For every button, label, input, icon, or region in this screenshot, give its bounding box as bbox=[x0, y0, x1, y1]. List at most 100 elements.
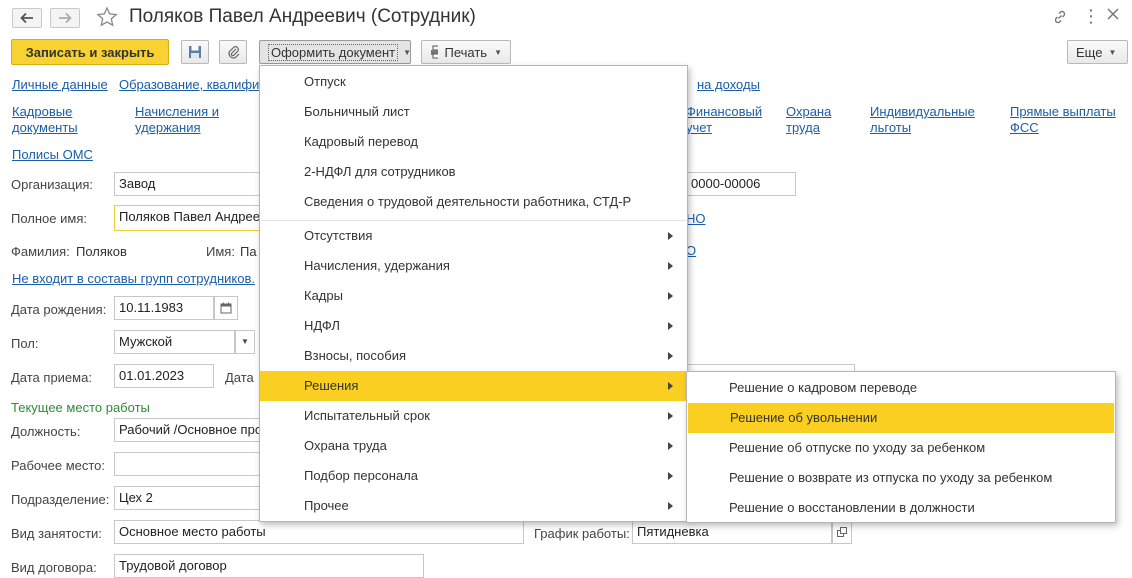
menu-item-2ndfl[interactable]: 2-НДФЛ для сотрудников bbox=[260, 157, 687, 187]
link-hr-documents[interactable]: Кадровые документы bbox=[12, 104, 78, 136]
link-income-tax[interactable]: на доходы bbox=[697, 77, 760, 93]
submenu-item-parental-leave-decision[interactable]: Решение об отпуске по уходу за ребенком bbox=[687, 433, 1115, 463]
print-button[interactable]: Печать ▼ bbox=[421, 40, 511, 64]
open-window-icon bbox=[837, 527, 847, 537]
org-field[interactable]: Завод bbox=[114, 172, 264, 196]
link-personal-data[interactable]: Личные данные bbox=[12, 77, 108, 93]
submenu-arrow-icon bbox=[668, 322, 673, 330]
department-field[interactable]: Цех 2 bbox=[114, 486, 264, 510]
menu-item-label: Отсутствия bbox=[304, 228, 373, 243]
print-label: Печать bbox=[444, 44, 488, 60]
more-label: Еще bbox=[1076, 44, 1103, 60]
link-fss-line1: Прямые выплаты bbox=[1010, 104, 1116, 119]
link-labor-safety[interactable]: Охрана труда bbox=[786, 104, 831, 136]
menu-item-other[interactable]: Прочее bbox=[260, 491, 687, 521]
menu-item-label: Кадровый перевод bbox=[304, 134, 418, 149]
menu-item-label: Отпуск bbox=[304, 74, 346, 89]
create-document-label: Оформить документ bbox=[268, 43, 399, 61]
submenu-item-dismissal-decision[interactable]: Решение об увольнении bbox=[688, 403, 1114, 433]
dropdown-arrow-icon: ▼ bbox=[494, 47, 502, 57]
submenu-arrow-icon bbox=[668, 472, 673, 480]
attach-button[interactable] bbox=[219, 40, 247, 64]
surname-label: Фамилия: bbox=[11, 244, 70, 259]
code-field[interactable]: 0000-00006 bbox=[686, 172, 796, 196]
calendar-icon bbox=[220, 302, 232, 314]
link-labor-safety-line2: труда bbox=[786, 120, 820, 135]
submenu-arrow-icon bbox=[668, 382, 673, 390]
fullname-field[interactable]: Поляков Павел Андрее bbox=[114, 205, 264, 231]
org-label: Организация: bbox=[11, 177, 94, 192]
contract-type-field[interactable]: Трудовой договор bbox=[114, 554, 424, 578]
link-fss-payments[interactable]: Прямые выплаты ФСС bbox=[1010, 104, 1116, 136]
link-employee-groups[interactable]: Не входит в составы групп сотрудников. bbox=[12, 271, 255, 287]
link-oms-policies[interactable]: Полисы ОМС bbox=[12, 147, 93, 163]
save-button[interactable] bbox=[181, 40, 209, 64]
link-financial[interactable]: Финансовый учет bbox=[686, 104, 762, 136]
back-button[interactable] bbox=[12, 8, 42, 28]
link-fss-line2: ФСС bbox=[1010, 120, 1039, 135]
submenu-item-label: Решение о возврате из отпуска по уходу з… bbox=[729, 470, 1053, 485]
submenu-item-reinstatement-decision[interactable]: Решение о восстановлении в должности bbox=[687, 493, 1115, 523]
gender-select[interactable]: Мужской bbox=[114, 330, 235, 354]
save-close-button[interactable]: Записать и закрыть bbox=[11, 39, 169, 65]
position-field[interactable]: Рабочий /Основное про bbox=[114, 418, 264, 442]
save-close-label: Записать и закрыть bbox=[25, 44, 155, 60]
menu-item-absences[interactable]: Отсутствия bbox=[260, 221, 687, 251]
submenu-item-label: Решение о кадровом переводе bbox=[729, 380, 918, 395]
page-title: Поляков Павел Андреевич (Сотрудник) bbox=[129, 6, 476, 27]
workspot-field[interactable] bbox=[114, 452, 264, 476]
employment-type-field[interactable]: Основное место работы bbox=[114, 520, 524, 544]
birthdate-field[interactable]: 10.11.1983 bbox=[114, 296, 214, 320]
link-benefits[interactable]: Индивидуальные льготы bbox=[870, 104, 975, 136]
link-financial-line1: Финансовый bbox=[686, 104, 763, 119]
submenu-item-transfer-decision[interactable]: Решение о кадровом переводе bbox=[687, 373, 1115, 403]
menu-item-probation[interactable]: Испытательный срок bbox=[260, 401, 687, 431]
favorite-star-icon[interactable] bbox=[96, 6, 118, 31]
menu-item-recruitment[interactable]: Подбор персонала bbox=[260, 461, 687, 491]
link-hr-documents-line1: Кадровые bbox=[12, 104, 73, 119]
menu-item-label: Решения bbox=[304, 378, 359, 393]
link-accruals[interactable]: Начисления и удержания bbox=[135, 104, 219, 136]
menu-item-label: Взносы, пособия bbox=[304, 348, 407, 363]
submenu-arrow-icon bbox=[668, 442, 673, 450]
schedule-open-button[interactable] bbox=[832, 520, 852, 544]
menu-item-labor-safety[interactable]: Охрана труда bbox=[260, 431, 687, 461]
menu-item-vacation[interactable]: Отпуск bbox=[260, 67, 687, 97]
submenu-item-label: Решение об увольнении bbox=[730, 410, 878, 425]
menu-item-std-r[interactable]: Сведения о трудовой деятельности работни… bbox=[260, 187, 687, 217]
submenu-arrow-icon bbox=[668, 292, 673, 300]
link-accruals-line2: удержания bbox=[135, 120, 201, 135]
create-document-menu: Отпуск Больничный лист Кадровый перевод … bbox=[259, 65, 688, 522]
menu-item-decisions[interactable]: Решения bbox=[260, 371, 687, 401]
submenu-item-label: Решение о восстановлении в должности bbox=[729, 500, 975, 515]
menu-item-label: Кадры bbox=[304, 288, 343, 303]
menu-item-label: Испытательный срок bbox=[304, 408, 430, 423]
menu-item-transfer[interactable]: Кадровый перевод bbox=[260, 127, 687, 157]
submenu-arrow-icon bbox=[668, 262, 673, 270]
menu-item-personnel[interactable]: Кадры bbox=[260, 281, 687, 311]
workspot-label: Рабочее место: bbox=[11, 458, 106, 473]
birthdate-calendar-button[interactable] bbox=[214, 296, 238, 320]
floppy-disk-icon bbox=[189, 46, 201, 58]
link-partial-1[interactable]: НО bbox=[686, 211, 706, 227]
gender-dropdown-icon[interactable]: ▼ bbox=[235, 330, 255, 354]
more-vertical-icon[interactable]: ⋮ bbox=[1082, 6, 1100, 26]
link-icon[interactable] bbox=[1052, 9, 1068, 28]
create-document-button[interactable]: Оформить документ ▼ bbox=[259, 40, 411, 64]
menu-item-label: Прочее bbox=[304, 498, 349, 513]
menu-item-contributions[interactable]: Взносы, пособия bbox=[260, 341, 687, 371]
hire-date-field[interactable]: 01.01.2023 bbox=[114, 364, 214, 388]
close-icon[interactable] bbox=[1106, 7, 1120, 24]
forward-button[interactable] bbox=[50, 8, 80, 28]
link-education[interactable]: Образование, квалифик bbox=[119, 77, 265, 93]
menu-item-label: Подбор персонала bbox=[304, 468, 418, 483]
submenu-item-label: Решение об отпуске по уходу за ребенком bbox=[729, 440, 986, 455]
submenu-item-return-decision[interactable]: Решение о возврате из отпуска по уходу з… bbox=[687, 463, 1115, 493]
menu-item-accruals[interactable]: Начисления, удержания bbox=[260, 251, 687, 281]
menu-item-ndfl[interactable]: НДФЛ bbox=[260, 311, 687, 341]
submenu-arrow-icon bbox=[668, 232, 673, 240]
link-labor-safety-line1: Охрана bbox=[786, 104, 832, 119]
schedule-field[interactable]: Пятидневка bbox=[632, 520, 832, 544]
more-button[interactable]: Еще ▼ bbox=[1067, 40, 1128, 64]
menu-item-sick-leave[interactable]: Больничный лист bbox=[260, 97, 687, 127]
